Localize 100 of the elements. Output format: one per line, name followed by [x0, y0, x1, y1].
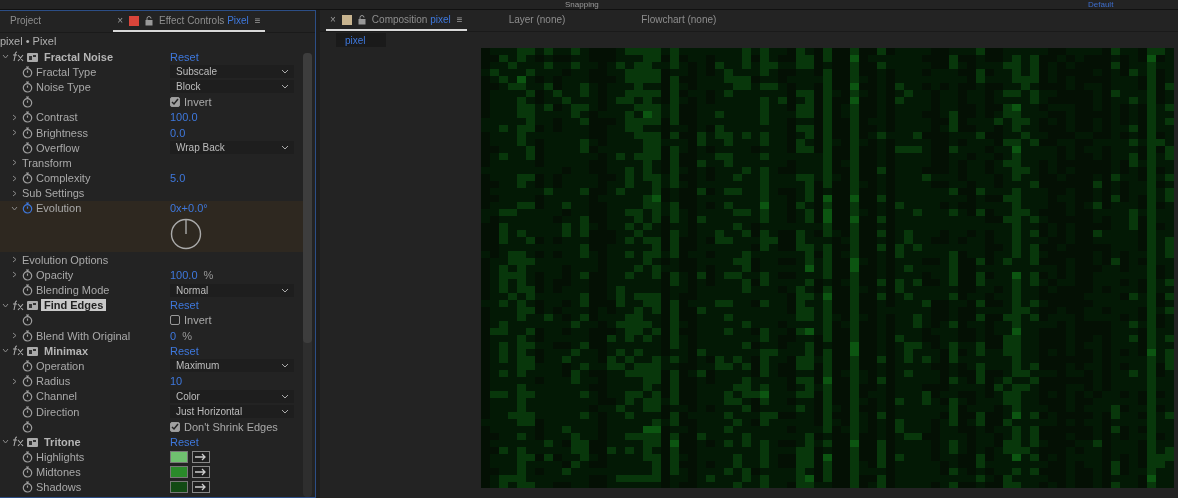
value-field[interactable]: 0.0 [170, 126, 186, 139]
stopwatch-icon[interactable] [22, 466, 33, 479]
twirl-icon[interactable] [2, 53, 9, 61]
effect-name[interactable]: Find Edges [41, 299, 107, 312]
value-field[interactable]: 100.0 [170, 111, 198, 124]
caret-icon [281, 145, 289, 151]
stopwatch-icon[interactable] [22, 481, 33, 494]
twirl-icon[interactable] [11, 129, 18, 137]
stopwatch-icon[interactable] [22, 80, 33, 93]
workspace-label[interactable]: Default [1088, 0, 1114, 9]
reset-link[interactable]: Reset [170, 50, 199, 63]
property-label: Direction [36, 405, 80, 418]
twirl-icon[interactable] [11, 159, 18, 167]
reset-link[interactable]: Reset [170, 344, 199, 357]
checkbox[interactable]: Invert [170, 314, 212, 327]
color-swatch[interactable] [170, 466, 188, 479]
property-label: Blending Mode [36, 284, 110, 297]
property-label: Channel [36, 390, 77, 403]
unit-label: % [203, 268, 214, 281]
twirl-icon[interactable] [11, 332, 18, 340]
value-field[interactable]: 5.0 [170, 172, 186, 185]
stopwatch-icon[interactable] [22, 405, 33, 418]
stopwatch-icon[interactable] [22, 111, 33, 124]
fx-icon [12, 299, 24, 311]
close-button[interactable]: × [117, 15, 123, 26]
stopwatch-icon[interactable] [22, 451, 33, 464]
property-label: Blend With Original [36, 329, 131, 342]
twirl-icon[interactable] [11, 204, 18, 212]
panel-tab[interactable]: Effect Controls Pixel [158, 15, 249, 26]
stopwatch-icon[interactable] [22, 172, 33, 185]
checkbox[interactable]: Don't Shrink Edges [170, 420, 278, 433]
menu-icon[interactable]: ≡ [456, 14, 463, 25]
caret-icon [281, 84, 289, 90]
stopwatch-icon[interactable] [22, 329, 33, 342]
close-button[interactable]: × [330, 14, 336, 25]
arrow-picker-icon[interactable] [192, 466, 210, 479]
stopwatch-icon[interactable] [22, 268, 33, 281]
scrollbar[interactable] [303, 53, 312, 497]
property-label: Transform [22, 156, 72, 169]
stopwatch-icon[interactable] [22, 202, 33, 215]
dropdown[interactable]: Just Horizontal [170, 405, 294, 419]
effect-icon [27, 436, 38, 447]
effect-name[interactable]: Minimax [41, 344, 91, 357]
stopwatch-icon[interactable] [22, 65, 33, 78]
menu-icon[interactable]: ≡ [254, 15, 261, 26]
label-color-icon [341, 14, 352, 25]
viewer-tab[interactable]: pixel [336, 33, 386, 47]
twirl-icon[interactable] [11, 377, 18, 385]
stopwatch-icon[interactable] [22, 284, 33, 297]
checkmark-icon [171, 98, 179, 107]
twirl-icon[interactable] [2, 301, 9, 309]
lock-icon[interactable] [357, 14, 366, 25]
checkbox[interactable]: Invert [170, 96, 212, 109]
twirl-icon[interactable] [11, 271, 18, 279]
stopwatch-icon[interactable] [22, 420, 33, 433]
angle-dial[interactable] [170, 218, 202, 251]
dropdown[interactable]: Block [170, 80, 294, 94]
effect-name[interactable]: Fractal Noise [41, 50, 117, 63]
dropdown[interactable]: Subscale [170, 65, 294, 79]
twirl-icon[interactable] [11, 113, 18, 121]
panel-tab[interactable]: Flowchart (none) [637, 10, 721, 31]
twirl-icon[interactable] [11, 189, 18, 197]
stopwatch-icon[interactable] [22, 141, 33, 154]
twirl-icon[interactable] [2, 347, 9, 355]
stopwatch-icon[interactable] [22, 96, 33, 109]
stopwatch-icon[interactable] [22, 126, 33, 139]
value-field[interactable]: 10 [170, 375, 183, 388]
dropdown[interactable]: Normal [170, 283, 294, 297]
arrow-picker-icon[interactable] [192, 451, 210, 464]
reset-link[interactable]: Reset [170, 299, 199, 312]
stopwatch-icon[interactable] [22, 314, 33, 327]
property-label: Evolution [36, 202, 82, 215]
caret-icon [281, 287, 289, 293]
property-label: Radius [36, 375, 71, 388]
stopwatch-icon[interactable] [22, 359, 33, 372]
caret-icon [281, 409, 289, 415]
dropdown[interactable]: Maximum [170, 359, 294, 373]
panel-tab[interactable]: Layer (none) [504, 10, 570, 31]
value-field[interactable]: 0x+0.0° [170, 202, 208, 215]
stopwatch-icon[interactable] [22, 375, 33, 388]
panel-tab[interactable]: Composition pixel [371, 14, 451, 25]
value-field[interactable]: 100.0 [170, 268, 198, 281]
stopwatch-icon[interactable] [22, 390, 33, 403]
lock-icon[interactable] [144, 15, 153, 26]
dropdown[interactable]: Color [170, 389, 294, 403]
arrow-picker-icon[interactable] [192, 481, 210, 494]
twirl-icon[interactable] [11, 174, 18, 182]
value-field[interactable]: 0 [170, 329, 177, 342]
caret-icon [281, 393, 289, 399]
panel-tab[interactable]: Project [6, 11, 46, 32]
effect-name[interactable]: Tritone [41, 435, 84, 448]
twirl-icon[interactable] [11, 256, 18, 264]
fx-icon [12, 436, 24, 448]
toolbar-label[interactable]: Snapping [565, 0, 599, 9]
dropdown[interactable]: Wrap Back [170, 141, 294, 155]
color-swatch[interactable] [170, 481, 188, 494]
color-swatch[interactable] [170, 451, 188, 464]
reset-link[interactable]: Reset [170, 435, 199, 448]
twirl-icon[interactable] [2, 438, 9, 446]
property-label: Midtones [36, 466, 81, 479]
